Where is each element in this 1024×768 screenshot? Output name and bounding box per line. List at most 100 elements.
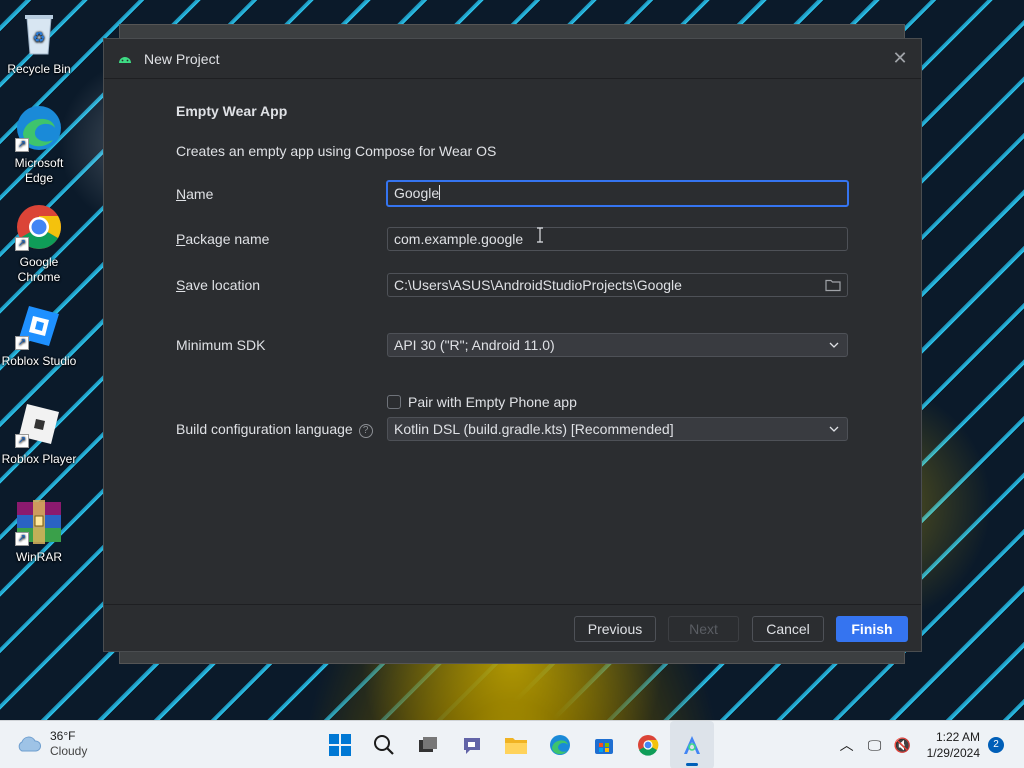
pair-phone-checkbox[interactable] [387,395,401,409]
build-config-language-text: Build configuration language [176,421,353,437]
search-button[interactable] [362,721,406,768]
dialog-titlebar: New Project [104,39,921,79]
chrome-icon [638,735,659,756]
build-config-language-value: Kotlin DSL (build.gradle.kts) [Recommend… [394,421,674,437]
name-label: Name [176,186,213,202]
name-label-mnemonic: N [176,186,187,202]
taskbar: 36°F Cloudy ︿ 🖵 🔇 1:22 AM 1/29/2024 2 [0,720,1024,768]
previous-button[interactable]: Previous [574,616,656,642]
desktop-icon-label: Roblox Studio [1,354,77,368]
desktop-icon-label: WinRAR [15,550,62,564]
edge-button[interactable] [538,721,582,768]
store-button[interactable] [582,721,626,768]
text-caret [439,185,441,200]
template-description: Creates an empty app using Compose for W… [176,143,497,159]
shortcut-arrow-icon: ↗ [15,336,29,350]
shortcut-arrow-icon: ↗ [15,434,29,448]
recycle-bin-icon: ♻ [15,10,63,58]
task-view-icon [419,737,437,752]
weather-widget[interactable]: 36°F Cloudy [16,729,87,759]
footer-divider [104,604,921,605]
close-icon: ✕ [892,48,908,68]
desktop-icon-label: Google Chrome [17,255,61,284]
shortcut-arrow-icon: ↗ [15,237,29,251]
minimum-sdk-select[interactable]: API 30 ("R"; Android 11.0) [387,333,848,357]
desktop-icon-winrar[interactable]: ↗ WinRAR [0,498,78,565]
taskbar-apps [318,721,714,768]
android-studio-button[interactable] [670,721,714,768]
text-cursor-icon [537,227,543,243]
android-studio-icon [684,736,700,754]
package-label-rest: ackage name [185,231,270,247]
shortcut-arrow-icon: ↗ [15,138,29,152]
desktop-icon-edge[interactable]: ↗ Microsoft Edge [0,104,78,186]
minimum-sdk-label: Minimum SDK [176,337,266,353]
minimum-sdk-value: API 30 ("R"; Android 11.0) [394,337,555,353]
desktop-icon-roblox-studio[interactable]: ↗ Roblox Studio [0,302,78,369]
clock-time: 1:22 AM [935,730,980,744]
svg-text:♻: ♻ [33,30,46,46]
package-name-input[interactable]: com.example.google [387,227,848,251]
package-name-label: Package name [176,231,269,247]
desktop-icon-label: Recycle Bin [7,62,71,76]
chevron-down-icon [829,342,839,348]
save-location-label-rest: ave location [185,277,261,293]
file-explorer-icon [505,738,527,754]
template-heading: Empty Wear App [176,103,288,119]
start-button[interactable] [318,721,362,768]
close-button[interactable]: ✕ [889,47,911,69]
dialog-title: New Project [144,50,220,67]
pair-phone-checkbox-row[interactable]: Pair with Empty Phone app [387,394,577,410]
android-icon [119,56,131,63]
weather-temp: 36°F [50,729,76,743]
chat-button[interactable] [450,721,494,768]
next-button[interactable]: Next [668,616,739,642]
save-location-label: Save location [176,277,260,293]
edge-icon [550,735,570,755]
package-name-value: com.example.google [394,231,524,247]
volume-muted-icon[interactable]: 🔇 [891,737,915,754]
name-input-value: Google [394,185,440,201]
desktop-icon-label: Roblox Player [1,452,77,466]
network-icon[interactable]: 🖵 [863,737,887,754]
cancel-button[interactable]: Cancel [752,616,824,642]
save-location-value: C:\Users\ASUS\AndroidStudioProjects\Goog… [394,277,682,293]
search-icon [374,735,394,755]
help-icon[interactable]: ? [358,424,373,438]
winrar-icon: ↗ [15,498,63,546]
folder-icon[interactable] [825,278,841,292]
roblox-studio-icon: ↗ [15,302,63,350]
name-label-rest: ame [186,186,214,202]
build-config-language-label: Build configuration language? [176,421,373,438]
package-label-mnemonic: P [176,231,186,247]
notification-badge[interactable]: 2 [988,737,1004,753]
save-location-input[interactable]: C:\Users\ASUS\AndroidStudioProjects\Goog… [387,273,848,297]
chevron-up-icon[interactable]: ︿ [835,735,859,755]
desktop-icon-recycle-bin[interactable]: ♻ Recycle Bin [0,10,78,77]
pair-phone-label: Pair with Empty Phone app [408,394,577,410]
edge-icon: ↗ [15,104,63,152]
chat-icon [464,738,480,754]
desktop-icon-label: Microsoft Edge [14,156,64,185]
start-icon [329,734,351,756]
roblox-player-icon: ↗ [15,400,63,448]
desktop-icon-chrome[interactable]: ↗ Google Chrome [0,203,78,285]
clock-date: 1/29/2024 [926,746,980,760]
shortcut-arrow-icon: ↗ [15,532,29,546]
desktop-icon-roblox-player[interactable]: ↗ Roblox Player [0,400,78,467]
system-tray: ︿ 🖵 🔇 1:22 AM 1/29/2024 2 [835,721,1024,768]
chrome-button[interactable] [626,721,670,768]
new-project-dialog: New Project ✕ Empty Wear App Creates an … [103,38,922,652]
clock[interactable]: 1:22 AM 1/29/2024 [927,729,980,761]
finish-button[interactable]: Finish [836,616,908,642]
store-icon [595,739,613,754]
save-location-label-mnemonic: S [176,277,186,293]
weather-condition: Cloudy [50,744,88,758]
chrome-icon: ↗ [15,203,63,251]
task-view-button[interactable] [406,721,450,768]
name-input[interactable]: Google [386,180,849,207]
chevron-down-icon [829,426,839,432]
file-explorer-button[interactable] [494,721,538,768]
cloud-icon [18,736,42,752]
build-config-language-select[interactable]: Kotlin DSL (build.gradle.kts) [Recommend… [387,417,848,441]
